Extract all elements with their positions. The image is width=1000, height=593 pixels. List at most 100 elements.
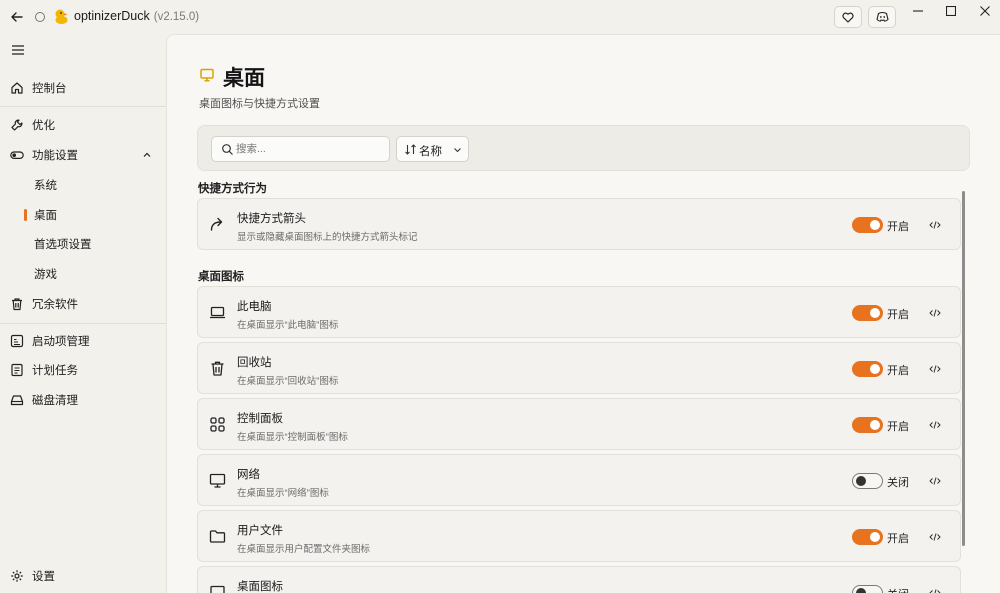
setting-card-control-panel: 控制面板 在桌面显示“控制面板”图标 开启	[197, 398, 961, 450]
setting-title: 网络	[237, 469, 260, 481]
setting-card-user-files: 用户文件 在桌面显示用户配置文件夹图标 开启	[197, 510, 961, 562]
sidebar-item-tasks[interactable]: 计划任务	[0, 357, 166, 383]
code-icon[interactable]	[929, 363, 941, 375]
back-arrow-icon[interactable]	[9, 9, 25, 25]
sidebar-item-label: 启动项管理	[32, 336, 90, 348]
sort-label: 名称	[419, 146, 442, 158]
sidebar-item-system[interactable]: 系统	[0, 172, 166, 198]
heart-icon	[842, 12, 854, 23]
favorite-button[interactable]	[834, 6, 862, 28]
close-icon	[980, 6, 990, 16]
sidebar-item-label: 磁盘清理	[32, 395, 78, 407]
setting-title: 用户文件	[237, 525, 283, 537]
chevron-up-icon[interactable]	[142, 150, 152, 160]
code-icon[interactable]	[929, 587, 941, 593]
menu-icon[interactable]	[11, 44, 25, 56]
setting-title: 快捷方式箭头	[237, 213, 306, 225]
sidebar-item-disk-cleanup[interactable]: 磁盘清理	[0, 387, 166, 413]
setting-card-this-pc: 此电脑 在桌面显示“此电脑”图标 开启	[197, 286, 961, 338]
sidebar-item-label: 设置	[32, 571, 55, 583]
divider	[0, 323, 166, 324]
setting-title: 桌面图标	[237, 581, 283, 593]
toggle-knob	[870, 420, 880, 430]
divider	[0, 106, 166, 107]
maximize-icon	[946, 6, 956, 16]
toggle-state-label: 关闭	[887, 477, 909, 489]
window-icon	[209, 584, 226, 593]
app-name: optinizerDuck	[74, 9, 150, 23]
sidebar-item-label: 桌面	[34, 210, 57, 222]
minimize-button[interactable]	[908, 4, 928, 18]
toggle-switch[interactable]	[852, 585, 883, 593]
scrollbar[interactable]	[962, 191, 965, 546]
toggle-knob	[870, 308, 880, 318]
sidebar-item-label: 计划任务	[32, 365, 78, 377]
grid-icon	[209, 416, 226, 433]
toggle-knob	[855, 588, 866, 593]
code-icon[interactable]	[929, 419, 941, 431]
section-title-shortcut: 快捷方式行为	[198, 183, 267, 195]
disk-icon	[10, 393, 24, 407]
sidebar-item-features[interactable]: 功能设置	[0, 142, 166, 168]
toggle-state-label: 开启	[887, 309, 909, 321]
sidebar-item-settings[interactable]: 设置	[0, 563, 166, 589]
toggle-state-label: 开启	[887, 221, 909, 233]
filter-toolbar: 名称	[197, 125, 970, 171]
code-icon[interactable]	[929, 307, 941, 319]
maximize-button[interactable]	[941, 4, 961, 18]
sidebar: 控制台 优化 功能设置 系统 桌面 首选项设置 游戏 冗余软件 启动项管理 计划…	[0, 34, 166, 593]
sidebar-item-games[interactable]: 游戏	[0, 261, 166, 287]
toggle-switch[interactable]	[852, 473, 883, 489]
page-subtitle: 桌面图标与快捷方式设置	[199, 98, 320, 110]
toggle-switch[interactable]	[852, 361, 883, 377]
search-box[interactable]	[211, 136, 390, 162]
sort-icon	[404, 143, 417, 156]
duck-logo-icon	[53, 8, 69, 25]
toggle-switch[interactable]	[852, 417, 883, 433]
setting-card-shortcut-arrow: 快捷方式箭头 显示或隐藏桌面图标上的快捷方式箭头标记 开启	[197, 198, 961, 250]
trash-icon	[10, 297, 24, 311]
sort-dropdown[interactable]: 名称	[396, 136, 469, 162]
sidebar-item-bloatware[interactable]: 冗余软件	[0, 291, 166, 317]
wrench-icon	[10, 118, 24, 132]
code-icon[interactable]	[929, 531, 941, 543]
sidebar-item-startup[interactable]: 启动项管理	[0, 328, 166, 354]
setting-description: 在桌面显示用户配置文件夹图标	[237, 544, 371, 555]
minimize-icon	[913, 10, 923, 12]
sidebar-item-dashboard[interactable]: 控制台	[0, 75, 166, 101]
startup-icon	[10, 334, 24, 348]
toggle-switch[interactable]	[852, 217, 883, 233]
close-button[interactable]	[975, 4, 995, 18]
setting-description: 在桌面显示“网络”图标	[237, 488, 329, 499]
chevron-down-icon	[453, 146, 462, 154]
setting-card-network: 网络 在桌面显示“网络”图标 关闭	[197, 454, 961, 506]
main-panel: 桌面 桌面图标与快捷方式设置 名称 快捷方式行为 快捷方式箭头 显示或隐藏桌面图…	[166, 34, 1000, 593]
search-input[interactable]	[236, 140, 386, 158]
toggle-knob	[870, 220, 880, 230]
sidebar-item-desktop[interactable]: 桌面	[0, 202, 166, 228]
folder-icon	[209, 528, 226, 545]
setting-card-recycle-bin: 回收站 在桌面显示“回收站”图标 开启	[197, 342, 961, 394]
setting-card-desktop-icons: 桌面图标 关闭	[197, 566, 961, 593]
setting-description: 在桌面显示“此电脑”图标	[237, 320, 339, 331]
setting-description: 在桌面显示“控制面板”图标	[237, 432, 348, 443]
toggle-knob	[870, 532, 880, 542]
app-version: (v2.15.0)	[153, 11, 200, 23]
sidebar-item-label: 功能设置	[32, 150, 78, 162]
code-icon[interactable]	[929, 475, 941, 487]
setting-title: 控制面板	[237, 413, 283, 425]
discord-icon	[875, 11, 889, 22]
title-bar: optinizerDuck (v2.15.0)	[0, 0, 1000, 34]
section-title-desktop-icons: 桌面图标	[198, 271, 244, 283]
gear-icon	[10, 569, 24, 583]
home-icon	[10, 81, 24, 95]
code-icon[interactable]	[929, 219, 941, 231]
toggle-state-label: 关闭	[887, 586, 909, 593]
sidebar-item-preferences[interactable]: 首选项设置	[0, 231, 166, 257]
community-button[interactable]	[868, 6, 896, 28]
sidebar-item-optimize[interactable]: 优化	[0, 112, 166, 138]
sidebar-item-label: 冗余软件	[32, 299, 78, 311]
toggle-switch[interactable]	[852, 529, 883, 545]
toggle-knob	[870, 364, 880, 374]
toggle-switch[interactable]	[852, 305, 883, 321]
